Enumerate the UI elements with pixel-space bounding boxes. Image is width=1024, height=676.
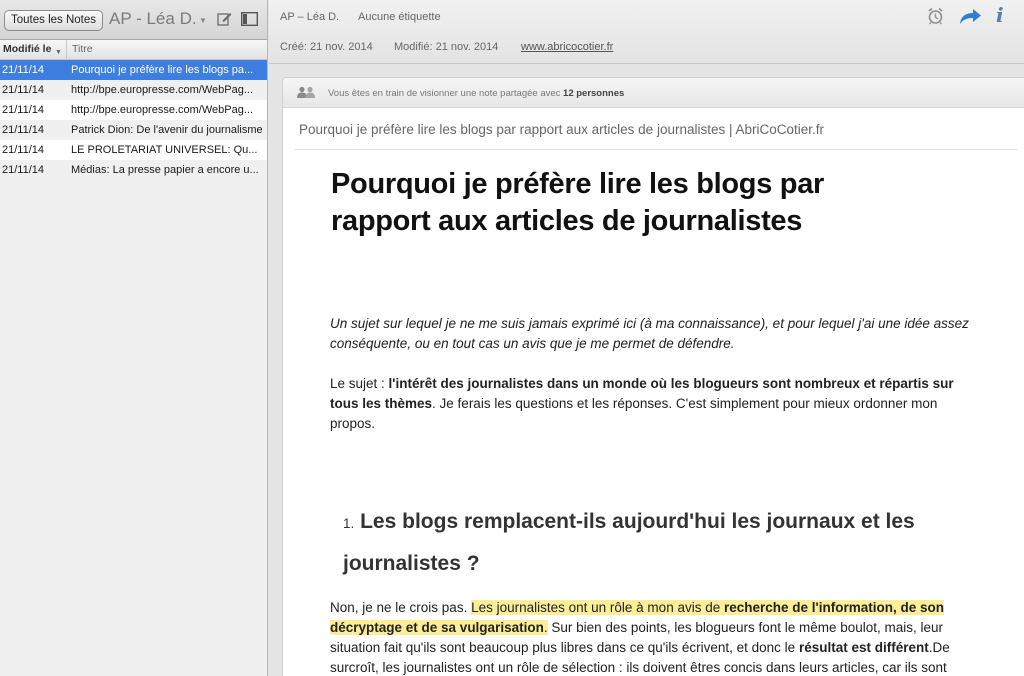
notes-list-toolbar: Toutes les Notes AP - Léa D. ▼ (0, 0, 267, 40)
created-date: Créé: 21 nov. 2014 (280, 41, 373, 53)
column-title[interactable]: Titre (72, 40, 93, 59)
section-heading: 1. Les blogs remplacent-ils aujourd'hui … (343, 510, 915, 575)
note-title: Médias: La presse papier a encore u... (71, 164, 259, 176)
note-date: 21/11/14 (2, 84, 45, 96)
shared-banner-text: Vous êtes en train de visionner une note… (328, 88, 625, 99)
note-row[interactable]: 21/11/14 Patrick Dion: De l'avenir du jo… (0, 120, 267, 140)
shared-count: 12 personnes (563, 88, 625, 99)
info-icon[interactable]: i (996, 3, 1004, 27)
all-notes-button[interactable]: Toutes les Notes (4, 10, 104, 31)
reminder-icon[interactable] (927, 7, 944, 25)
note-title: Patrick Dion: De l'avenir du journalisme (71, 124, 263, 136)
note-title-field[interactable]: Pourquoi je préfère lire les blogs par r… (299, 122, 824, 137)
note-content-card: Vous êtes en train de visionner une note… (282, 77, 1024, 676)
note-date: 21/11/14 (2, 104, 45, 116)
note-date: 21/11/14 (2, 64, 45, 76)
source-url-link[interactable]: www.abricocotier.fr (521, 41, 613, 53)
note-title: http://bpe.europresse.com/WebPag... (71, 84, 254, 96)
notebook-selector[interactable]: AP - Léa D. (109, 9, 197, 29)
note-row[interactable]: 21/11/14 Médias: La presse papier a enco… (0, 160, 267, 180)
note-date: 21/11/14 (2, 144, 45, 156)
note-meta-bar: AP – Léa D. Aucune étiquette Créé: 21 no… (269, 0, 1024, 64)
body-paragraph: Non, je ne le crois pas. Les journaliste… (330, 600, 950, 675)
shared-note-banner: Vous êtes en train de visionner une note… (283, 78, 1024, 108)
notebook-owner[interactable]: AP – Léa D. (280, 11, 339, 23)
share-icon[interactable] (958, 8, 982, 26)
intro-paragraph: Un sujet sur lequel je ne me suis jamais… (330, 316, 969, 351)
note-title: LE PROLETARIAT UNIVERSEL: Qu... (71, 144, 258, 156)
subject-paragraph: Le sujet : l'intérêt des journalistes da… (330, 376, 954, 431)
modified-date: Modifié: 21 nov. 2014 (394, 41, 499, 53)
note-title: http://bpe.europresse.com/WebPag... (71, 104, 254, 116)
column-date-label: Modifié le (3, 43, 52, 55)
note-row[interactable]: 21/11/14 Pourquoi je préfère lire les bl… (0, 60, 267, 80)
people-icon (297, 86, 315, 98)
notes-list: 21/11/14 Pourquoi je préfère lire les bl… (0, 60, 267, 180)
note-row[interactable]: 21/11/14 http://bpe.europresse.com/WebPa… (0, 100, 267, 120)
note-row[interactable]: 21/11/14 LE PROLETARIAT UNIVERSEL: Qu... (0, 140, 267, 160)
note-date: 21/11/14 (2, 164, 45, 176)
article-heading: Pourquoi je préfère lire les blogs par r… (331, 168, 825, 237)
new-note-icon[interactable] (217, 11, 232, 26)
tags-field[interactable]: Aucune étiquette (358, 11, 441, 23)
note-title: Pourquoi je préfère lire les blogs pa... (71, 64, 254, 76)
notes-column-header: Modifié le ▼ Titre (0, 40, 267, 60)
chevron-down-icon[interactable]: ▼ (199, 16, 207, 25)
notes-list-pane: Toutes les Notes AP - Léa D. ▼ Modifié l… (0, 0, 268, 676)
title-divider (295, 149, 1017, 150)
note-editor-pane: AP – Léa D. Aucune étiquette Créé: 21 no… (269, 0, 1024, 676)
column-modified-date[interactable]: Modifié le ▼ (0, 40, 67, 60)
section-number: 1. (343, 516, 355, 531)
note-row[interactable]: 21/11/14 http://bpe.europresse.com/WebPa… (0, 80, 267, 100)
note-date: 21/11/14 (2, 124, 45, 136)
view-layout-icon[interactable] (241, 12, 258, 26)
